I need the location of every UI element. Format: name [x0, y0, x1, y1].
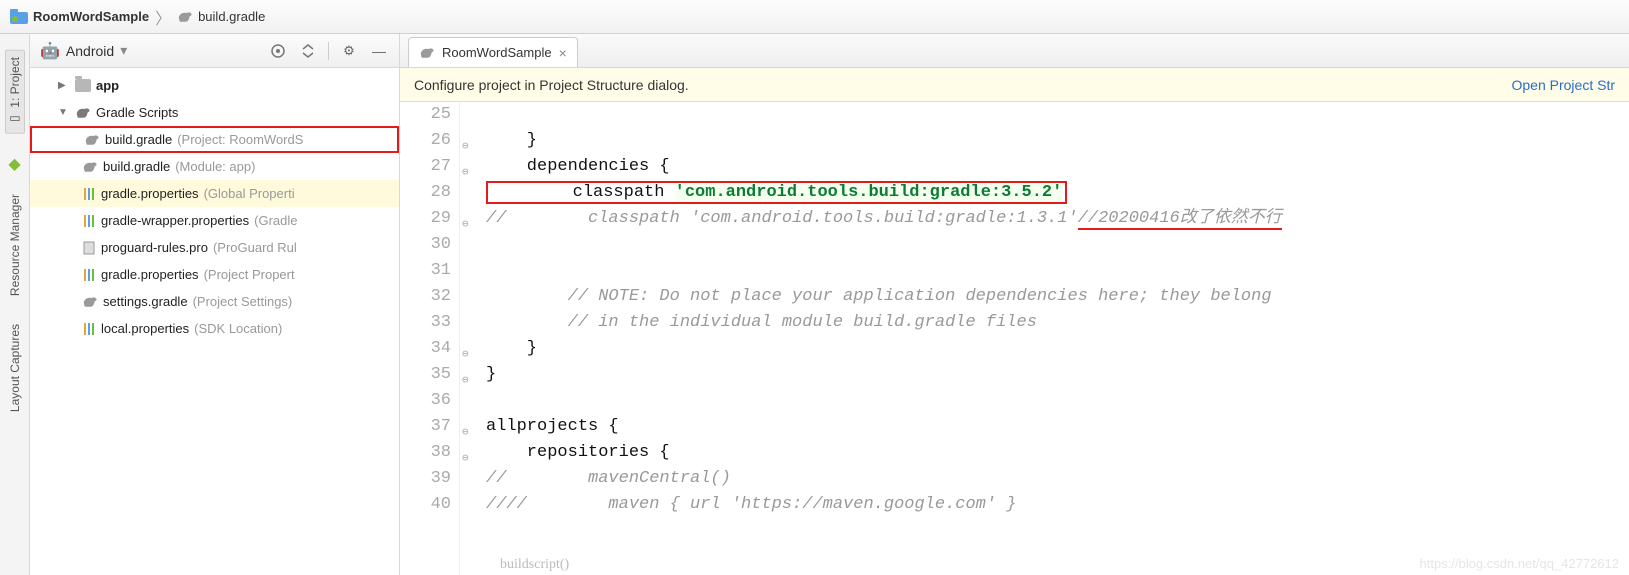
gradle-icon — [82, 160, 98, 174]
fold-column: ⊖⊖⊖⊖⊖⊖⊖ — [460, 102, 478, 575]
tree-item-gradle-properties-global[interactable]: gradle.properties (Global Properti — [30, 180, 399, 207]
rail-resmgr-label: Resource Manager — [8, 194, 22, 296]
tree-hint: (Module: app) — [175, 159, 255, 174]
tree-item-proguard-rules[interactable]: proguard-rules.pro (ProGuard Rul — [30, 234, 399, 261]
android-icon: 🤖 — [40, 41, 60, 61]
close-icon[interactable]: × — [559, 45, 567, 61]
breadcrumb-root-label: RoomWordSample — [33, 9, 149, 24]
tree-node-gradle-scripts[interactable]: ▼ Gradle Scripts — [30, 99, 399, 126]
notification-bar: Configure project in Project Structure d… — [400, 68, 1629, 102]
editor-tab-label: RoomWordSample — [442, 45, 552, 60]
gradle-icon — [82, 295, 98, 309]
gradle-icon — [177, 10, 193, 24]
tree-label: Gradle Scripts — [96, 105, 178, 120]
left-tool-rail: ▭ 1: Project ◆ Resource Manager Layout C… — [0, 34, 30, 575]
tree-label: settings.gradle — [103, 294, 188, 309]
tree-label: gradle.properties — [101, 186, 199, 201]
tree-item-local-properties[interactable]: local.properties (SDK Location) — [30, 315, 399, 342]
properties-icon — [82, 187, 96, 201]
properties-icon — [82, 214, 96, 228]
breadcrumb-file-label: build.gradle — [198, 9, 265, 24]
folder-icon — [75, 79, 91, 92]
project-icon: ▭ — [8, 113, 22, 127]
project-view-label: Android — [66, 43, 114, 59]
breadcrumb-file[interactable]: build.gradle — [177, 9, 265, 24]
tree-hint: (ProGuard Rul — [213, 240, 297, 255]
breadcrumb-bar: RoomWordSample 〉 build.gradle — [0, 0, 1629, 34]
chevron-down-icon: ▾ — [120, 42, 127, 59]
gradle-icon — [75, 106, 91, 120]
tree-label: build.gradle — [105, 132, 172, 147]
editor-tab[interactable]: RoomWordSample × — [408, 37, 578, 67]
tree-hint: (Project Settings) — [193, 294, 293, 309]
tree-item-gradle-properties-project[interactable]: gradle.properties (Project Propert — [30, 261, 399, 288]
project-panel-header: 🤖 Android ▾ ⚙ — — [30, 34, 399, 68]
notification-text: Configure project in Project Structure d… — [414, 77, 689, 93]
gradle-icon — [84, 133, 100, 147]
tree-hint: (Global Properti — [204, 186, 295, 201]
gear-icon[interactable]: ⚙ — [339, 41, 359, 61]
editor-breadcrumb[interactable]: buildscript() — [500, 557, 569, 573]
module-icon — [10, 9, 28, 24]
rail-resource-manager[interactable]: Resource Manager — [8, 194, 22, 296]
project-tree: ▶ app ▼ Gradle Scripts build.gradle (Pro… — [30, 68, 399, 346]
tree-hint: (SDK Location) — [194, 321, 282, 336]
tree-item-gradle-wrapper-properties[interactable]: gradle-wrapper.properties (Gradle — [30, 207, 399, 234]
expand-icon[interactable]: ▶ — [58, 80, 70, 91]
tree-label: local.properties — [101, 321, 189, 336]
open-project-structure-link[interactable]: Open Project Str — [1512, 77, 1616, 93]
tree-hint: (Project Propert — [204, 267, 295, 282]
rail-project-label: 1: Project — [8, 57, 22, 108]
editor-tab-bar: RoomWordSample × — [400, 34, 1629, 68]
separator — [328, 42, 329, 60]
rail-icon[interactable]: ◆ — [8, 154, 20, 174]
tree-hint: (Project: RoomWordS — [177, 132, 303, 147]
tree-item-build-gradle-project[interactable]: build.gradle (Project: RoomWordS — [30, 126, 399, 153]
properties-icon — [82, 268, 96, 282]
tree-item-settings-gradle[interactable]: settings.gradle (Project Settings) — [30, 288, 399, 315]
breadcrumb-separator-icon: 〉 — [155, 5, 171, 29]
tree-item-build-gradle-module[interactable]: build.gradle (Module: app) — [30, 153, 399, 180]
tree-label: app — [96, 78, 119, 93]
project-view-selector[interactable]: 🤖 Android ▾ — [40, 41, 258, 61]
tree-label: gradle-wrapper.properties — [101, 213, 249, 228]
collapse-icon[interactable]: ▼ — [58, 107, 70, 118]
collapse-icon[interactable] — [298, 41, 318, 61]
code-editor[interactable]: 25262728293031323334353637383940 ⊖⊖⊖⊖⊖⊖⊖… — [400, 102, 1629, 575]
target-icon[interactable] — [268, 41, 288, 61]
breadcrumb-root[interactable]: RoomWordSample — [10, 9, 149, 24]
tree-hint: (Gradle — [254, 213, 297, 228]
file-icon — [82, 241, 96, 255]
gradle-icon — [419, 46, 435, 60]
hide-icon[interactable]: — — [369, 41, 389, 61]
project-panel: 🤖 Android ▾ ⚙ — ▶ app ▼ Gradle Scripts — [30, 34, 400, 575]
breadcrumb: RoomWordSample 〉 build.gradle — [10, 5, 265, 29]
tree-node-app[interactable]: ▶ app — [30, 72, 399, 99]
tree-label: gradle.properties — [101, 267, 199, 282]
rail-layout-label: Layout Captures — [8, 324, 22, 412]
editor-area: RoomWordSample × Configure project in Pr… — [400, 34, 1629, 575]
line-gutter: 25262728293031323334353637383940 — [400, 102, 460, 575]
rail-layout-captures[interactable]: Layout Captures — [8, 324, 22, 412]
properties-icon — [82, 322, 96, 336]
tree-label: build.gradle — [103, 159, 170, 174]
code-lines[interactable]: } dependencies { classpath 'com.android.… — [478, 102, 1629, 575]
rail-project[interactable]: ▭ 1: Project — [5, 50, 25, 134]
tree-label: proguard-rules.pro — [101, 240, 208, 255]
